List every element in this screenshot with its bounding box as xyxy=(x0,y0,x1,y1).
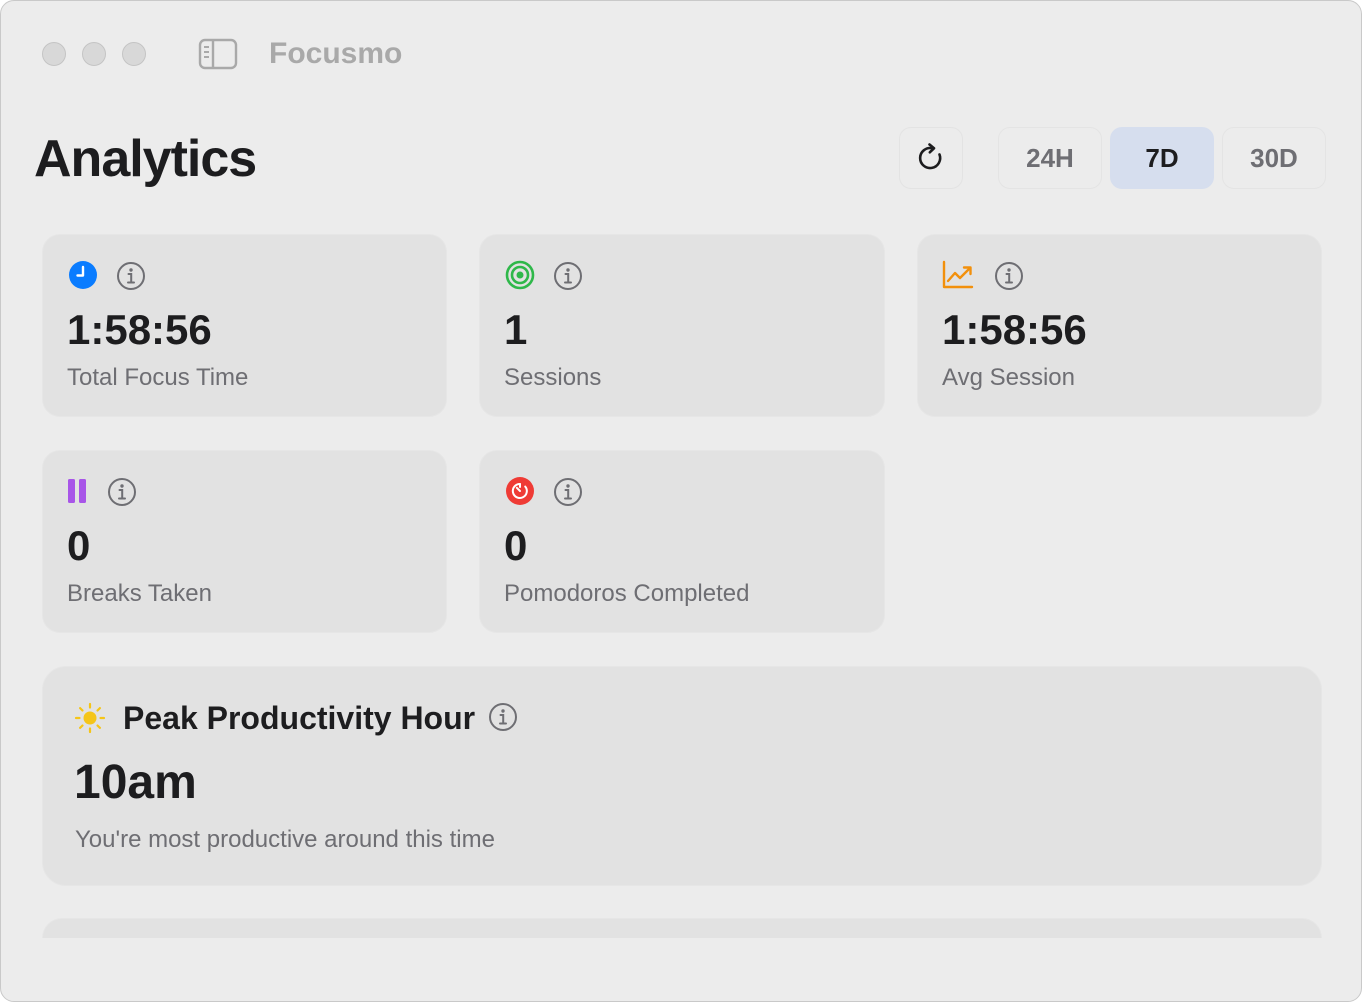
sidebar-toggle-button[interactable] xyxy=(197,37,239,71)
chart-line-icon xyxy=(942,259,974,291)
close-window-button[interactable] xyxy=(42,42,66,66)
peak-productivity-title: Peak Productivity Hour xyxy=(123,700,476,736)
title-bar: Focusmo xyxy=(1,1,1361,101)
stat-label: Total Focus Time xyxy=(67,364,249,391)
page-title: Analytics xyxy=(34,130,257,188)
range-7d-button[interactable]: 7D xyxy=(1110,127,1214,189)
sun-icon xyxy=(73,701,107,735)
info-icon[interactable] xyxy=(116,261,146,291)
stat-value: 1 xyxy=(504,306,528,353)
stat-value: 0 xyxy=(67,522,91,569)
stat-card-avg-session: 1:58:56 Avg Session xyxy=(917,234,1322,417)
pause-icon xyxy=(67,475,99,507)
stat-label: Avg Session xyxy=(942,364,1075,391)
stat-value: 1:58:56 xyxy=(942,306,1087,353)
stat-label: Pomodoros Completed xyxy=(504,580,750,607)
zoom-window-button[interactable] xyxy=(122,42,146,66)
refresh-icon xyxy=(918,143,942,170)
range-24h-button[interactable]: 24H xyxy=(998,127,1102,189)
clock-icon xyxy=(67,259,99,291)
peak-productivity-value: 10am xyxy=(74,756,197,809)
timer-icon xyxy=(504,475,536,507)
peak-productivity-description: You're most productive around this time xyxy=(75,826,495,853)
stat-card-pomodoros-completed: 0 Pomodoros Completed xyxy=(479,450,885,633)
info-icon[interactable] xyxy=(107,477,137,507)
stat-value: 1:58:56 xyxy=(67,306,212,353)
info-icon[interactable] xyxy=(994,261,1024,291)
peak-productivity-card: Peak Productivity Hour 10am You're most … xyxy=(42,666,1322,886)
next-card-partial xyxy=(42,918,1322,938)
stat-label: Breaks Taken xyxy=(67,580,212,607)
stat-card-sessions: 1 Sessions xyxy=(479,234,885,417)
info-icon[interactable] xyxy=(488,702,518,732)
stat-label: Sessions xyxy=(504,364,602,391)
info-icon[interactable] xyxy=(553,261,583,291)
stat-card-total-focus-time: 1:58:56 Total Focus Time xyxy=(42,234,447,417)
sidebar-icon xyxy=(198,38,238,70)
target-icon xyxy=(504,259,536,291)
range-30d-button[interactable]: 30D xyxy=(1222,127,1326,189)
stat-value: 0 xyxy=(504,522,528,569)
info-icon[interactable] xyxy=(553,477,583,507)
minimize-window-button[interactable] xyxy=(82,42,106,66)
app-window: Focusmo Analytics 24H 7D 30D 1:58:56 Tot… xyxy=(0,0,1362,1002)
app-title: Focusmo xyxy=(269,37,403,70)
refresh-button[interactable] xyxy=(899,127,963,189)
stat-card-breaks-taken: 0 Breaks Taken xyxy=(42,450,447,633)
